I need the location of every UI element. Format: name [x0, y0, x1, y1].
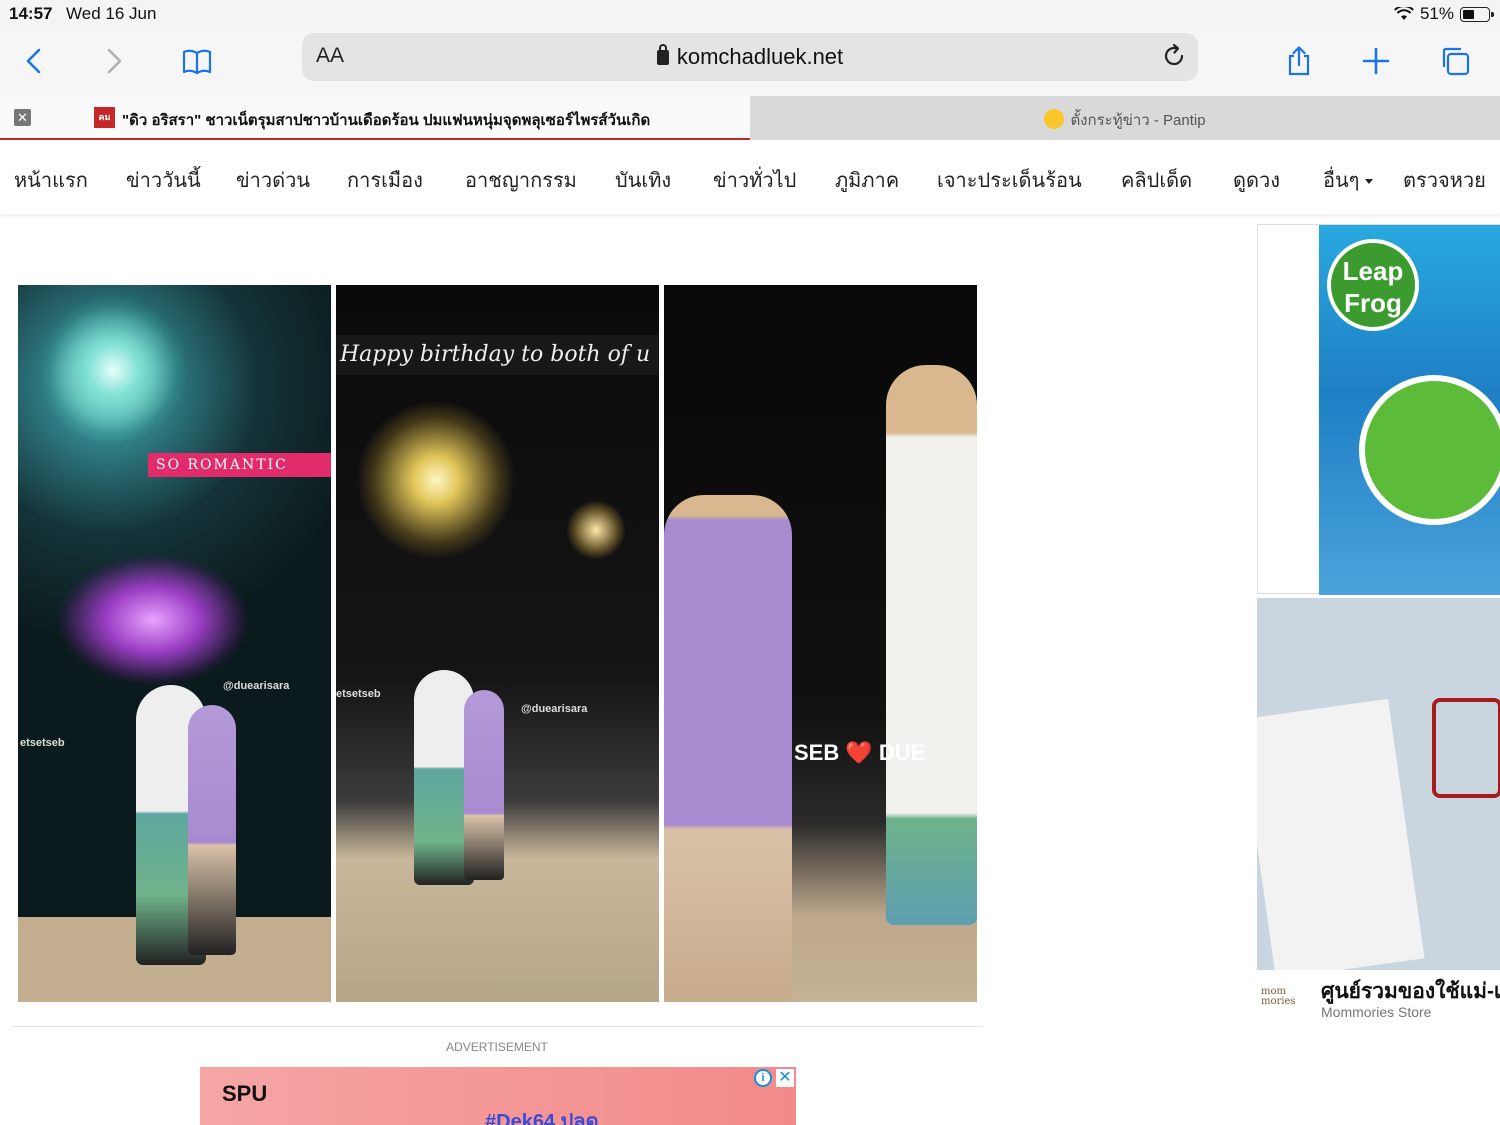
status-bar: 14:57 Wed 16 Jun 51%: [0, 0, 1500, 28]
back-icon: [26, 48, 41, 74]
leapfrog-logo: Leap Frog: [1327, 239, 1419, 331]
ad-banner[interactable]: SPU #Dek64 ปลด i ✕: [200, 1067, 796, 1125]
person-man: [886, 365, 977, 925]
pantip-favicon: [1044, 109, 1065, 130]
bookmarks-button[interactable]: [172, 36, 222, 86]
new-tab-button[interactable]: [1351, 36, 1401, 86]
forward-button[interactable]: [88, 36, 138, 86]
frog-character-image: [1359, 375, 1500, 525]
printed-fabric-image: [1257, 698, 1425, 970]
ig-handle: etsetseb: [20, 737, 65, 749]
person-woman: [464, 690, 504, 880]
firework: [58, 555, 248, 685]
info-icon[interactable]: i: [754, 1069, 772, 1087]
new-tab-icon: [1362, 47, 1390, 75]
ig-handle: @duearisara: [223, 680, 290, 692]
nav-home[interactable]: หน้าแรก: [14, 164, 88, 196]
nav-regional[interactable]: ภูมิภาค: [835, 164, 899, 196]
sidebar-ad-footer[interactable]: mom mories ศูนย์รวมของใช้แม่-เ Mommories…: [1257, 975, 1500, 1025]
store-logo: mom mories: [1261, 986, 1296, 1007]
status-date: Wed 16 Jun: [66, 4, 157, 23]
sidebar-ad-babywear[interactable]: [1257, 598, 1500, 970]
firework: [356, 400, 516, 560]
status-right: 51%: [1394, 4, 1494, 24]
bus-print-image: [1432, 698, 1500, 798]
tab-title: "ดิว อริสรา" ชาวเน็ตรุมสาปชาวบ้านเดือดร้…: [122, 112, 651, 129]
nav-clips[interactable]: คลิปเด็ด: [1121, 164, 1192, 196]
person-woman: [188, 705, 236, 955]
bookmarks-icon: [182, 49, 212, 75]
dvd-cover-image: Leap Frog: [1319, 225, 1500, 595]
browser-toolbar: AA komchadluek.net: [0, 28, 1500, 96]
forward-icon: [107, 48, 122, 74]
tabs-overview-button[interactable]: [1430, 36, 1480, 86]
ig-handle: @duearisara: [521, 703, 588, 715]
close-icon[interactable]: ✕: [776, 1069, 794, 1087]
firework: [38, 295, 188, 445]
lock-icon: [656, 44, 669, 65]
reload-icon[interactable]: [1160, 42, 1188, 70]
status-time: 14:57: [9, 4, 53, 23]
ad-brand: SPU: [222, 1081, 268, 1106]
sidebar-ad-leapfrog[interactable]: Leap Frog: [1257, 224, 1500, 595]
nav-entertainment[interactable]: บันเทิง: [615, 164, 671, 196]
firework: [566, 500, 626, 560]
share-button[interactable]: [1274, 36, 1324, 86]
battery-icon: [1460, 6, 1494, 22]
komchadluek-favicon: คม: [94, 107, 115, 128]
close-tab-icon[interactable]: ✕: [14, 109, 31, 126]
chevron-down-icon: [1365, 179, 1374, 184]
nav-horoscope[interactable]: ดูดวง: [1233, 164, 1280, 196]
tabs-overview-icon: [1442, 47, 1470, 76]
ig-handle: etsetseb: [336, 688, 381, 700]
ad-store-name: Mommories Store: [1321, 1004, 1432, 1020]
tab-komchadluek[interactable]: ✕ คม "ดิว อริสรา" ชาวเน็ตรุมสาปชาวบ้านเด…: [0, 96, 750, 140]
tab-pantip[interactable]: ตั้งกระทู้ข่าว - Pantip: [750, 96, 1500, 140]
caption-so-romantic: SO ROMANTIC: [148, 453, 331, 477]
article-photo-panel-2: Happy birthday to both of u @duearisara …: [336, 285, 659, 1002]
nav-more[interactable]: อื่นๆ: [1323, 164, 1374, 196]
url-display[interactable]: komchadluek.net: [302, 44, 1198, 70]
ad-tagline: #Dek64 ปลด: [485, 1111, 599, 1125]
nav-hot-issues[interactable]: เจาะประเด็นร้อน: [937, 164, 1082, 196]
nav-crime[interactable]: อาชญากรรม: [465, 164, 577, 196]
article-photo-panel-3: SEB ❤️ DUE: [664, 285, 977, 1002]
battery-percent: 51%: [1419, 4, 1454, 23]
nav-today[interactable]: ข่าววันนี้: [126, 164, 201, 196]
caption-seb-due: SEB ❤️ DUE: [794, 740, 926, 765]
nav-politics[interactable]: การเมือง: [347, 164, 423, 196]
person-woman: [664, 495, 792, 1002]
tab-title-pantip: ตั้งกระทู้ข่าว - Pantip: [750, 108, 1500, 132]
nav-breaking[interactable]: ข่าวด่วน: [236, 164, 310, 196]
address-bar[interactable]: AA komchadluek.net: [302, 33, 1198, 81]
nav-lottery[interactable]: ตรวจหวย: [1403, 164, 1486, 196]
site-nav: หน้าแรก ข่าววันนี้ ข่าวด่วน การเมือง อาช…: [0, 140, 1500, 214]
wifi-icon: [1394, 7, 1414, 20]
advertisement-label: ADVERTISEMENT: [446, 1040, 548, 1054]
nav-general[interactable]: ข่าวทั่วไป: [713, 164, 796, 196]
tab-bar: ✕ คม "ดิว อริสรา" ชาวเน็ตรุมสาปชาวบ้านเด…: [0, 96, 1500, 140]
divider: [12, 1026, 982, 1027]
back-button[interactable]: [10, 36, 60, 86]
url-text: komchadluek.net: [676, 44, 844, 69]
caption-birthday: Happy birthday to both of u: [336, 335, 659, 375]
share-icon: [1288, 45, 1310, 76]
article-photo-panel-1: SO ROMANTIC @duearisara etsetseb: [18, 285, 331, 1002]
